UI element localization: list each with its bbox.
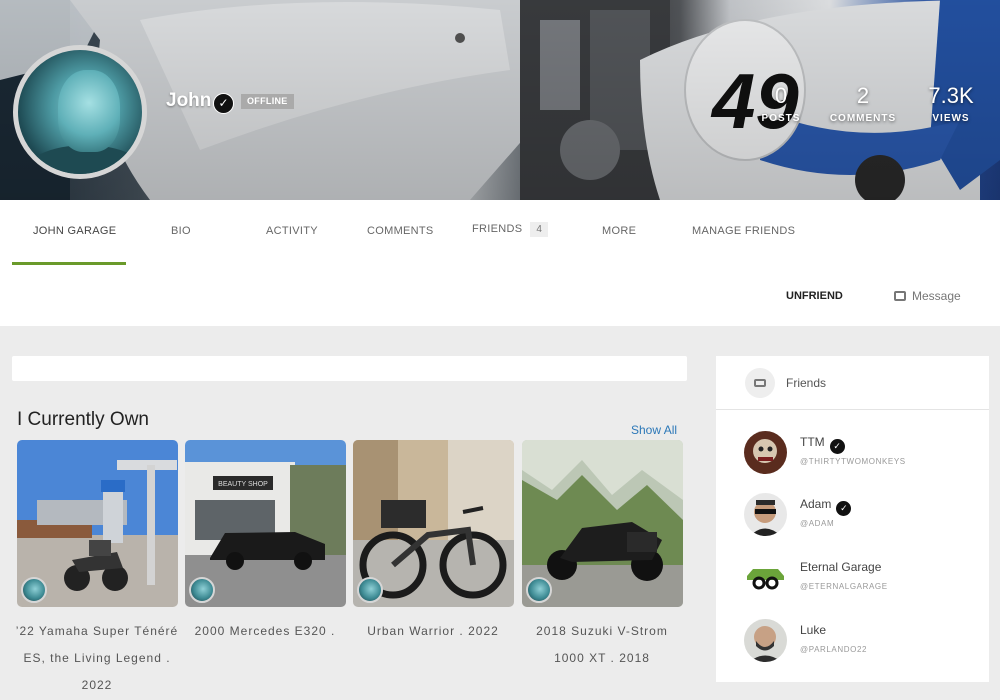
caption-line: 2022 xyxy=(81,678,113,692)
friend-item-eternal-garage[interactable]: Eternal Garage @ETERNALGARAGE xyxy=(744,556,984,600)
friend-avatar xyxy=(744,619,787,662)
caption-line: 1000 XT . 2018 xyxy=(554,651,650,665)
stat-value: 0 xyxy=(774,83,788,108)
verified-icon: ✓ xyxy=(213,93,234,114)
friends-count-badge: 4 xyxy=(530,222,549,237)
stat-views: 7.3K VIEWS xyxy=(924,83,978,125)
shop-sign: BEAUTY SHOP xyxy=(218,481,268,488)
inbox-icon xyxy=(894,291,906,301)
friend-name: TTM ✓ xyxy=(800,435,845,454)
owner-avatar xyxy=(21,577,47,603)
friend-name: Luke xyxy=(800,623,826,637)
friend-name: Adam ✓ xyxy=(800,497,852,516)
active-tab-indicator xyxy=(12,262,126,265)
verified-icon: ✓ xyxy=(829,439,845,454)
friend-handle: @ADAM xyxy=(800,519,835,528)
stat-posts: 0 POSTS xyxy=(757,83,805,125)
message-label: Message xyxy=(912,289,961,303)
empty-content-bar xyxy=(12,356,687,381)
friends-panel: Friends TTM ✓ @THIRTYTWOMONKEYS Adam ✓ @AD… xyxy=(716,356,989,682)
owner-avatar xyxy=(526,577,552,603)
friends-icon xyxy=(745,368,775,398)
friend-avatar xyxy=(744,431,787,474)
friend-name: Eternal Garage xyxy=(800,560,881,574)
unfriend-button[interactable]: UNFRIEND xyxy=(786,290,843,302)
vehicle-caption: ’22 Yamaha Super Ténéré ES, the Living L… xyxy=(7,618,187,699)
stat-value: 7.3K xyxy=(928,83,974,108)
stat-label: COMMENTS xyxy=(829,113,897,124)
message-button[interactable]: Message xyxy=(894,289,961,303)
friend-avatar xyxy=(744,556,787,599)
stat-label: VIEWS xyxy=(932,113,970,124)
tab-activity[interactable]: ACTIVITY xyxy=(266,225,318,239)
vehicle-card-urban-warrior[interactable] xyxy=(353,440,514,607)
vehicle-card-mercedes[interactable]: BEAUTY SHOP xyxy=(185,440,346,607)
friend-avatar xyxy=(744,493,787,536)
verified-icon: ✓ xyxy=(836,501,852,516)
friend-name-text: Eternal Garage xyxy=(800,560,882,574)
vehicle-card-suzuki[interactable] xyxy=(522,440,683,607)
friend-item-adam[interactable]: Adam ✓ @ADAM xyxy=(744,493,984,537)
tab-more[interactable]: MORE xyxy=(602,225,636,239)
friend-name-text: TTM xyxy=(800,435,825,449)
profile-tab-bar: JOHN GARAGE BIO ACTIVITY COMMENTS FRIEND… xyxy=(0,200,1000,326)
tab-comments[interactable]: COMMENTS xyxy=(367,225,434,239)
stat-comments: 2 COMMENTS xyxy=(826,83,900,125)
tab-manage-friends[interactable]: MANAGE FRIENDS xyxy=(692,225,795,239)
tab-bio[interactable]: BIO xyxy=(171,225,191,239)
section-title: I Currently Own xyxy=(17,409,149,430)
vehicle-caption: 2000 Mercedes E320 . xyxy=(175,618,355,645)
friend-handle: @THIRTYTWOMONKEYS xyxy=(800,457,906,466)
caption-line: ’22 Yamaha Super Ténéré xyxy=(15,624,179,638)
friends-panel-title: Friends xyxy=(786,376,827,390)
vehicle-caption: 2018 Suzuki V-Strom 1000 XT . 2018 xyxy=(512,618,692,672)
stat-label: POSTS xyxy=(761,113,801,124)
friend-item-luke[interactable]: Luke @PARLANDO22 xyxy=(744,619,984,663)
stat-value: 2 xyxy=(856,83,870,108)
caption-line: Urban Warrior . 2022 xyxy=(367,624,499,638)
tab-john-garage[interactable]: JOHN GARAGE xyxy=(33,225,116,239)
friend-name-text: Luke xyxy=(800,623,827,637)
friend-name-text: Adam xyxy=(800,497,832,511)
friends-panel-header: Friends xyxy=(716,356,989,410)
owner-avatar xyxy=(357,577,383,603)
caption-line: 2000 Mercedes E320 . xyxy=(194,624,336,638)
vehicle-caption: Urban Warrior . 2022 xyxy=(343,618,523,645)
tab-friends-label: FRIENDS xyxy=(472,223,523,235)
vehicle-card-yamaha[interactable] xyxy=(17,440,178,607)
owner-avatar xyxy=(189,577,215,603)
profile-name: John xyxy=(166,90,212,111)
caption-line: 2018 Suzuki V-Strom xyxy=(536,624,668,638)
friend-item-ttm[interactable]: TTM ✓ @THIRTYTWOMONKEYS xyxy=(744,431,984,475)
caption-line: ES, the Living Legend . xyxy=(23,651,171,665)
avatar-face xyxy=(58,70,120,152)
profile-avatar[interactable] xyxy=(13,45,147,179)
status-badge: OFFLINE xyxy=(241,94,294,109)
tab-friends[interactable]: FRIENDS 4 xyxy=(472,222,549,237)
show-all-link[interactable]: Show All xyxy=(631,423,677,437)
friend-handle: @PARLANDO22 xyxy=(800,645,868,654)
friend-handle: @ETERNALGARAGE xyxy=(800,582,888,591)
